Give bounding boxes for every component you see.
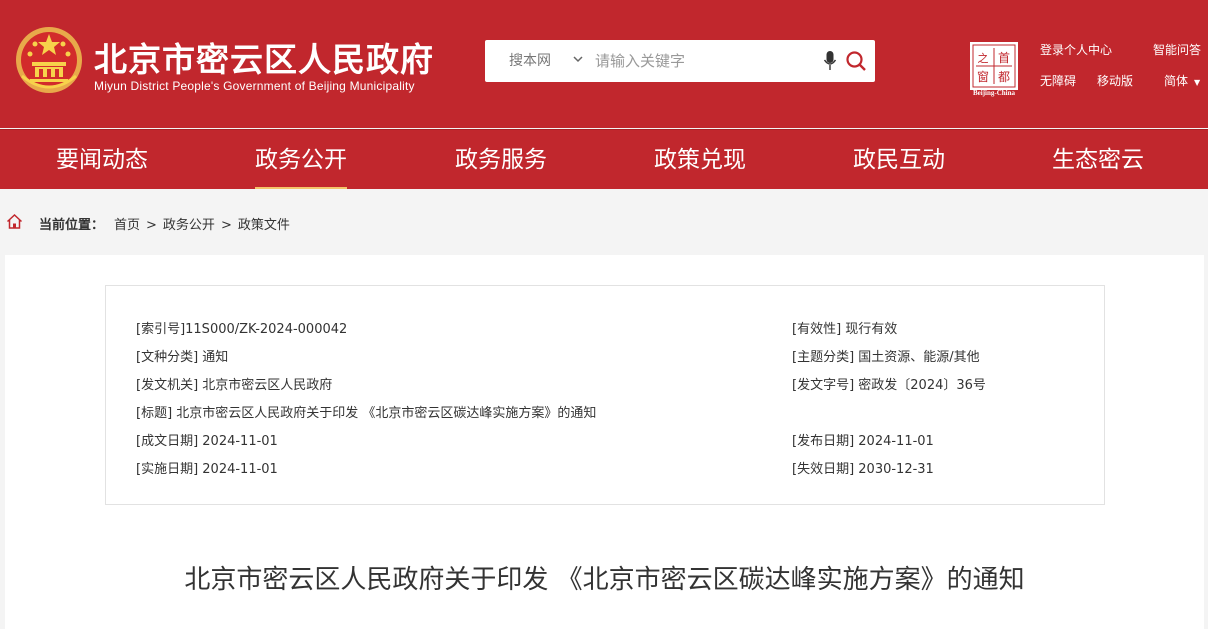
meta-index-no: [索引号]11S000/ZK-2024-000042 (136, 322, 348, 337)
smart-qa-link[interactable]: 智能问答 (1153, 41, 1201, 58)
search-icon[interactable] (845, 50, 867, 72)
language-label: 简体 (1164, 74, 1189, 88)
caret-down-icon: ▼ (1194, 78, 1201, 87)
breadcrumb-separator: > (146, 218, 157, 233)
content-area: [索引号]11S000/ZK-2024-000042 [有效性] 现行有效 [文… (5, 255, 1204, 629)
home-icon[interactable] (6, 213, 23, 230)
mobile-version-link[interactable]: 移动版 (1097, 72, 1133, 89)
capital-logo-caption: Beijing-China (972, 89, 1015, 97)
breadcrumb-label: 当前位置： (39, 218, 105, 233)
site-subtitle-en: Miyun District People's Government of Be… (94, 79, 415, 93)
microphone-icon[interactable] (823, 50, 837, 72)
chevron-down-icon[interactable] (571, 52, 585, 66)
login-link[interactable]: 登录个人中心 (1040, 41, 1112, 58)
nav-item-policy-fulfillment[interactable]: 政策兑现 (654, 130, 746, 190)
meta-expiry-date: [失效日期] 2030-12-31 (792, 462, 934, 477)
nav-item-gov-affairs-open[interactable]: 政务公开 (255, 130, 347, 190)
meta-issuer: [发文机关] 北京市密云区人民政府 (136, 378, 333, 393)
nav-item-gov-services[interactable]: 政务服务 (455, 130, 547, 190)
search-input[interactable] (595, 46, 815, 76)
accessibility-link[interactable]: 无障碍 (1040, 72, 1076, 89)
site-title[interactable]: 北京市密云区人民政府 (94, 33, 434, 81)
svg-text:之: 之 (978, 51, 989, 65)
meta-topic: [主题分类] 国土资源、能源/其他 (792, 350, 980, 365)
meta-validity: [有效性] 现行有效 (792, 322, 898, 337)
meta-publish-date: [发布日期] 2024-11-01 (792, 434, 934, 449)
national-emblem-icon (16, 27, 82, 93)
breadcrumb-policy-docs[interactable]: 政策文件 (238, 218, 290, 233)
breadcrumb: 当前位置： 首页 > 政务公开 > 政策文件 (0, 189, 1208, 253)
document-metadata-table: [索引号]11S000/ZK-2024-000042 [有效性] 现行有效 [文… (105, 285, 1105, 505)
svg-text:首: 首 (998, 51, 1010, 65)
meta-effective-date: [实施日期] 2024-11-01 (136, 462, 278, 477)
svg-text:都: 都 (998, 70, 1010, 84)
nav-item-interaction[interactable]: 政民互动 (853, 130, 945, 190)
nav-item-news[interactable]: 要闻动态 (56, 130, 148, 190)
meta-doc-no: [发文字号] 密政发〔2024〕36号 (792, 378, 986, 393)
breadcrumb-gov-affairs-open[interactable]: 政务公开 (163, 218, 215, 233)
svg-text:窗: 窗 (977, 70, 989, 84)
meta-title: [标题] 北京市密云区人民政府关于印发 《北京市密云区碳达峰实施方案》的通知 (136, 406, 597, 421)
breadcrumb-trail: 首页 > 政务公开 > 政策文件 (114, 214, 290, 233)
site-header: 北京市密云区人民政府 Miyun District People's Gover… (0, 0, 1208, 128)
breadcrumb-home[interactable]: 首页 (114, 218, 140, 233)
meta-doc-type: [文种分类] 通知 (136, 350, 229, 365)
language-select[interactable]: 简体 ▼ (1164, 72, 1200, 89)
main-nav: 要闻动态 政务公开 政务服务 政策兑现 政民互动 生态密云 (0, 129, 1208, 190)
search-scope-select[interactable]: 搜本网 (509, 40, 551, 82)
meta-written-date: [成文日期] 2024-11-01 (136, 434, 278, 449)
document-title: 北京市密云区人民政府关于印发 《北京市密云区碳达峰实施方案》的通知 (184, 565, 1025, 595)
nav-item-eco-miyun[interactable]: 生态密云 (1052, 130, 1144, 190)
breadcrumb-separator: > (220, 218, 232, 233)
search-bar: 搜本网 (485, 40, 875, 82)
